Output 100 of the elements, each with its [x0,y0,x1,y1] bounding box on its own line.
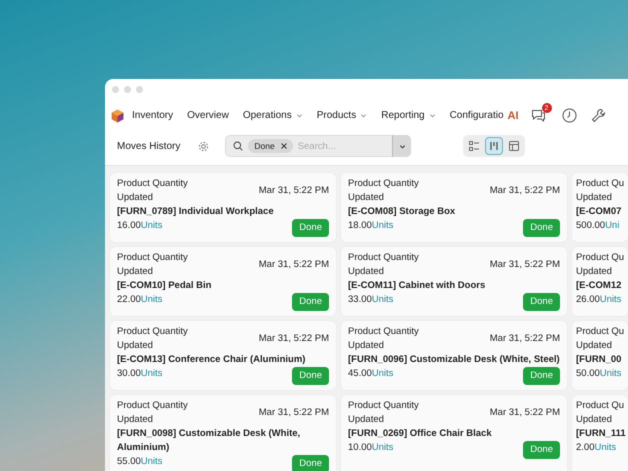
page-title: Moves History [117,140,180,152]
menu-item[interactable]: Products [316,110,368,121]
quantity: 2.00 [576,441,594,455]
menu-item[interactable]: Operations [242,110,303,121]
cube-logo-icon[interactable] [111,108,124,122]
menu-item[interactable]: Overview [187,110,229,121]
search-field[interactable]: Done Search... [225,135,412,157]
filter-facet[interactable]: Done [248,139,293,153]
card-title: Product Quantity Updated [117,399,189,427]
product-name: [FURN_0098] Customizable Desk (White, Aluminium) [117,427,302,455]
move-date: Mar 31, 5:22 PM [490,332,560,346]
status-badge: Done [523,367,560,385]
card-title: Product Quantity Updated [117,251,189,279]
card-title: Product Quantity Updated [348,251,420,279]
window-control-dot[interactable] [136,86,143,92]
ai-icon[interactable]: AI [508,110,518,122]
quantity: 10.00 [348,441,372,455]
move-date: Mar 31, 5:22 PM [490,184,560,198]
kanban-view-icon [489,141,500,151]
product-name: [E-COM11] Cabinet with Doors [348,279,486,293]
move-date: Mar 31, 5:22 PM [490,258,560,272]
move-card[interactable]: Product Quantity Updated Mar 31, 5:22 PM [E-COM11] Cabinet with Doors 33.00Units Done [341,247,567,316]
unit-label: Units [594,441,616,455]
unit-label: Units [372,219,394,233]
card-title: Updated [576,339,613,353]
move-card[interactable]: Product Quantity Updated Mar 31, 5:22 PM [E-COM10] Pedal Bin 22.00Units Done [110,247,336,316]
caret-icon [398,142,406,150]
unit-label: Units [372,367,394,381]
product-name: [FURN_0096] Customizable Desk (White, Steel) [348,353,560,367]
card-title: Product Quantity Updated [348,325,420,353]
list-view-icon [469,141,480,151]
chat-icon[interactable] [530,108,546,123]
move-card[interactable]: Product Quantity Updated Mar 31, 5:22 PM [FURN_0269] Office Chair Black 10.00Units Done [341,395,567,471]
quantity: 18.00 [348,219,372,233]
card-title: Product Quantity Updated [348,177,420,205]
quantity: 22.00 [117,293,141,307]
product-name: [E-COM12 [576,279,622,293]
search-icon [233,141,244,151]
kanban-view-button[interactable] [485,137,504,155]
move-card[interactable]: Product Quantity Updated Mar 31, 5:22 PM [E-COM08] Storage Box 18.00Units Done [341,173,567,242]
product-name: [FURN_0269] Office Chair Black [348,427,493,441]
move-date: Mar 31, 5:22 PM [490,406,560,420]
status-badge: Done [292,367,329,385]
move-card[interactable]: Product Quantity Updated Mar 31, 5:22 PM [FURN_0789] Individual Workplace 16.00Units Done [110,173,336,242]
card-title: Product Quantity Updated [117,325,189,353]
card-title: Updated [576,191,613,205]
unit-label: Units [140,455,162,469]
product-name: [FURN_00 [576,353,622,367]
unit-label: Units [140,367,162,381]
move-card[interactable]: Product Qu Updated [FURN_00 50.00Units [572,321,628,390]
menu-item[interactable]: Configuratio [450,110,504,121]
quantity: 50.00 [576,367,600,381]
quantity: 26.00 [576,293,600,307]
move-card[interactable]: Product Quantity Updated Mar 31, 5:22 PM [FURN_0098] Customizable Desk (White, Aluminium) 55.00Units Done [110,395,336,471]
unit-label: Units [140,219,162,233]
quantity: 16.00 [117,219,141,233]
move-card[interactable]: Product Qu Updated [FURN_111 2.00Units [572,395,628,471]
status-badge: Done [523,219,560,237]
move-date: Mar 31, 5:22 PM [258,332,329,346]
move-date: Mar 31, 5:22 PM [258,406,329,420]
product-name: [E-COM13] Conference Chair (Aluminium) [117,353,306,367]
clock-icon[interactable] [562,108,576,123]
product-name: [E-COM07 [576,205,622,219]
quantity: 30.00 [117,367,141,381]
unit-label: Units [600,367,622,381]
move-card[interactable]: Product Qu Updated [E-COM12 26.00Units [572,247,628,316]
window-control-dot[interactable] [112,86,119,92]
status-badge: Done [292,293,329,311]
move-date: Mar 31, 5:22 PM [258,258,329,272]
card-title: Updated [576,413,613,427]
quantity: 45.00 [348,367,372,381]
status-badge: Done [523,293,560,311]
status-badge: Done [292,219,329,237]
status-badge: Done [292,455,329,471]
quantity: 55.00 [117,455,141,469]
move-card[interactable]: Product Quantity Updated Mar 31, 5:22 PM [FURN_0096] Customizable Desk (White, Steel) 45.00Units Done [341,321,567,390]
unit-label: Uni [605,219,620,233]
card-title: Product Qu [576,177,626,191]
card-title: Product Qu [576,325,626,339]
status-badge: Done [523,441,560,459]
card-title: Product Quantity Updated [348,399,420,427]
product-name: [FURN_111 [576,427,627,441]
product-name: [FURN_0789] Individual Workplace [117,205,275,219]
table-view-icon [509,141,520,151]
close-icon[interactable] [280,143,287,149]
unit-label: Units [140,293,162,307]
move-date: Mar 31, 5:22 PM [258,184,329,198]
unit-label: Units [372,441,394,455]
app-name[interactable]: Inventory [132,110,174,121]
wrench-icon[interactable] [590,108,606,123]
move-card[interactable]: Product Quantity Updated Mar 31, 5:22 PM [E-COM13] Conference Chair (Aluminium) 30.00Units Done [110,321,336,390]
card-title: Product Quantity Updated [117,177,189,205]
window-control-dot[interactable] [124,86,131,92]
settings-icon[interactable] [198,140,210,152]
move-card[interactable]: Product Qu Updated [E-COM07 500.00Uni [572,173,628,242]
product-name: [E-COM10] Pedal Bin [117,279,212,293]
quantity: 500.00 [576,219,606,233]
quantity: 33.00 [348,293,372,307]
card-title: Updated [576,265,613,279]
menu-item[interactable]: Reporting [381,110,436,121]
